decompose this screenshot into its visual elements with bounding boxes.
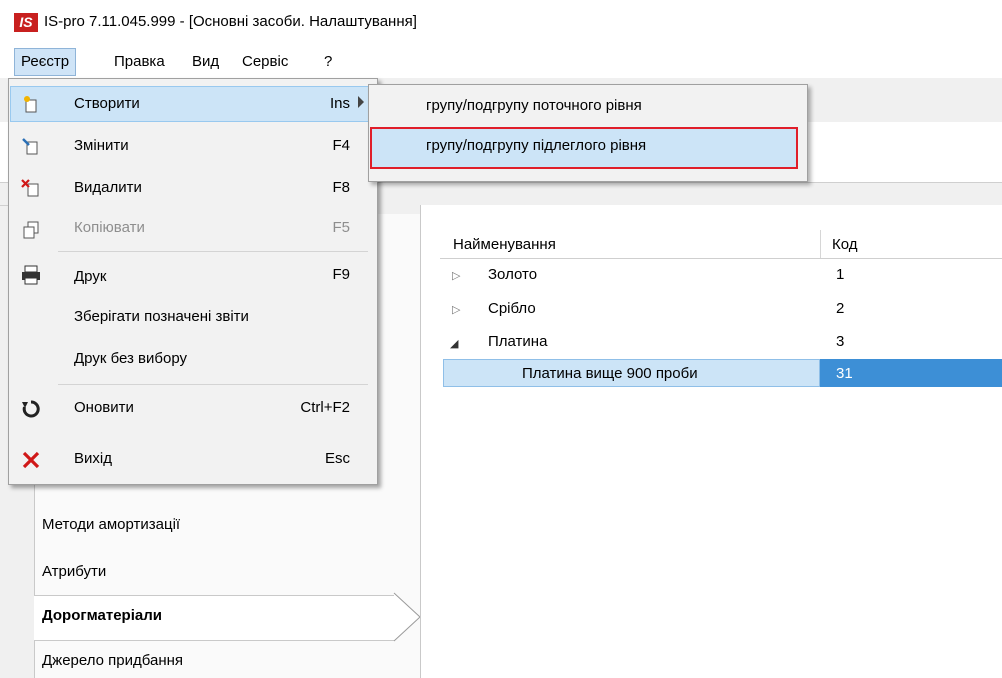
grid-cell-name-selected[interactable]: Платина вище 900 проби — [522, 365, 698, 382]
menu-item-create[interactable]: Створити Ins — [8, 85, 376, 123]
menu-pravka[interactable]: Правка — [108, 48, 171, 76]
menu-item-save-marked-reports[interactable]: Зберігати позначені звіти — [8, 298, 376, 336]
menu-item-label: Вихід — [74, 450, 112, 467]
menu-item-label: Видалити — [74, 179, 142, 196]
menu-vyd[interactable]: Вид — [186, 48, 225, 76]
menu-servis[interactable]: Сервіс — [236, 48, 294, 76]
grid-cell-code[interactable]: 1 — [836, 266, 844, 283]
menu-reestr[interactable]: Реєстр — [14, 48, 77, 76]
expand-icon[interactable]: ▷ — [452, 303, 460, 316]
menu-item-shortcut: F5 — [332, 219, 350, 236]
menu-separator — [58, 384, 368, 385]
edit-icon — [20, 135, 42, 157]
menu-item-print-without-selection[interactable]: Друк без вибору — [8, 340, 376, 378]
window-title: IS-pro 7.11.045.999 - [Основні засоби. Н… — [44, 13, 417, 30]
exit-icon — [20, 449, 42, 471]
submenu-arrow-icon — [358, 96, 364, 108]
menu-item-label: Друк без вибору — [74, 350, 187, 367]
column-header-code[interactable]: Код — [832, 236, 858, 253]
submenu-item-current-level[interactable]: групу/подгрупу поточного рівня — [426, 97, 642, 114]
grid-cell-code[interactable]: 2 — [836, 300, 844, 317]
menu-item-refresh[interactable]: Оновити Ctrl+F2 — [8, 389, 376, 427]
delete-icon — [20, 177, 42, 199]
app-logo-icon: IS — [14, 13, 38, 32]
menu-item-edit[interactable]: Змінити F4 — [8, 127, 376, 165]
menu-item-label: Змінити — [74, 137, 129, 154]
printer-icon — [20, 264, 42, 286]
menu-item-exit[interactable]: Вихід Esc — [8, 441, 376, 479]
nav-item-attributes[interactable]: Атрибути — [42, 563, 106, 580]
nav-selected-pointer — [393, 592, 421, 642]
copy-icon — [20, 219, 42, 241]
menu-item-label: Створити — [74, 95, 140, 112]
menu-item-shortcut: Esc — [324, 450, 350, 467]
menu-item-shortcut: F8 — [332, 179, 350, 196]
menu-item-shortcut: Ins — [329, 95, 350, 112]
menu-item-shortcut: F4 — [332, 137, 350, 154]
grid-cell-name[interactable]: Платина — [488, 333, 547, 350]
grid-cell-name[interactable]: Срібло — [488, 300, 536, 317]
collapse-icon[interactable]: ◢ — [450, 337, 458, 350]
nav-item-precious-materials[interactable]: Дорогматеріали — [42, 607, 162, 624]
grid-cell-code[interactable]: 3 — [836, 333, 844, 350]
menu-item-label: Оновити — [74, 399, 134, 416]
column-separator[interactable] — [820, 230, 821, 258]
menu-item-shortcut: F9 — [332, 266, 350, 283]
menu-item-shortcut: Ctrl+F2 — [300, 399, 350, 416]
menu-item-label: Зберігати позначені звіти — [74, 308, 249, 325]
nav-item-depreciation[interactable]: Методи амортизації — [42, 516, 180, 533]
menu-item-delete[interactable]: Видалити F8 — [8, 169, 376, 207]
grid-cell-name[interactable]: Золото — [488, 266, 537, 283]
create-icon — [20, 93, 42, 115]
menu-item-copy[interactable]: Копіювати F5 — [8, 211, 376, 249]
refresh-icon — [20, 398, 42, 420]
menu-help[interactable]: ? — [318, 48, 338, 76]
menu-item-label: Друк — [74, 268, 107, 285]
menu-item-label: Копіювати — [74, 219, 145, 236]
menu-separator — [58, 251, 368, 252]
column-header-name[interactable]: Найменування — [453, 236, 556, 253]
submenu-item-subordinate-level[interactable]: групу/подгрупу підлеглого рівня — [426, 137, 646, 154]
expand-icon[interactable]: ▷ — [452, 269, 460, 282]
nav-item-acquisition-source[interactable]: Джерело придбання — [42, 652, 183, 669]
menu-item-print[interactable]: Друк F9 — [8, 256, 376, 294]
grid-cell-code-selected[interactable]: 31 — [836, 365, 853, 382]
